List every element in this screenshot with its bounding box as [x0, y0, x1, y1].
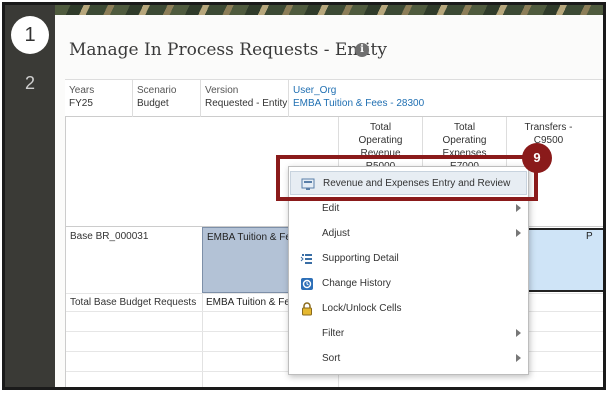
- submenu-arrow-icon: [516, 354, 521, 362]
- submenu-arrow-icon: [516, 329, 521, 337]
- step-2-indicator[interactable]: 2: [5, 73, 55, 94]
- menu-item-filter[interactable]: Filter: [290, 322, 527, 346]
- row-label-total[interactable]: Total Base Budget Requests: [70, 297, 196, 308]
- menu-item-label: Edit: [322, 203, 340, 214]
- callout-highlight-box: [276, 155, 538, 201]
- pov-label: User_Org: [293, 85, 337, 96]
- column-header-line: Total: [369, 122, 392, 133]
- column-header-line: C9500: [533, 135, 564, 146]
- pov-user-org[interactable]: User_Org EMBA Tuition & Fees - 28300: [289, 80, 429, 118]
- pov-label: Version: [205, 85, 239, 96]
- step-rail: 1 2: [5, 5, 55, 387]
- info-icon[interactable]: i: [355, 43, 369, 57]
- column-header-line: Transfers -: [524, 122, 573, 133]
- pov-label: Scenario: [137, 85, 177, 96]
- menu-item-label: Lock/Unlock Cells: [322, 303, 402, 314]
- callout-step-badge: 9: [522, 143, 552, 173]
- pov-scenario[interactable]: Scenario Budget: [133, 80, 201, 118]
- row-label-base[interactable]: Base BR_000031: [70, 231, 148, 242]
- menu-item-label: Supporting Detail: [322, 253, 399, 264]
- selected-cell-text: P: [586, 231, 593, 242]
- lock-icon: [302, 302, 312, 316]
- submenu-arrow-icon: [516, 204, 521, 212]
- pov-years[interactable]: Years FY25: [65, 80, 133, 118]
- menu-item-label: Sort: [322, 353, 341, 364]
- menu-item-change-history[interactable]: Change History: [290, 272, 527, 296]
- supporting-detail-icon: [300, 254, 312, 264]
- pov-value: Requested - Entity: [205, 98, 288, 109]
- column-header-line: Operating: [442, 135, 487, 146]
- menu-item-lock-unlock[interactable]: Lock/Unlock Cells: [290, 297, 527, 321]
- change-history-icon: [301, 278, 313, 290]
- pov-version[interactable]: Version Requested - Entity: [201, 80, 289, 118]
- page-title: Manage In Process Requests - Entity: [69, 40, 387, 60]
- pov-value: Budget: [137, 98, 169, 109]
- menu-item-label: Change History: [322, 278, 391, 289]
- pov-bar: Years FY25 Scenario Budget Version Reque…: [65, 79, 603, 118]
- column-header-line: Total: [453, 122, 476, 133]
- screenshot-frame: 1 2 Manage In Process Requests - Entity …: [2, 2, 606, 390]
- pov-value: FY25: [69, 98, 93, 109]
- header-banner: [55, 5, 603, 15]
- step-1-indicator[interactable]: 1: [11, 16, 49, 54]
- menu-item-label: Adjust: [322, 228, 350, 239]
- menu-item-supporting-detail[interactable]: Supporting Detail: [290, 247, 527, 271]
- menu-item-label: Filter: [322, 328, 345, 339]
- selected-cell[interactable]: [526, 228, 603, 292]
- menu-item-adjust[interactable]: Adjust: [290, 222, 527, 246]
- menu-item-sort[interactable]: Sort: [290, 347, 527, 371]
- pov-value: EMBA Tuition & Fees - 28300: [293, 98, 425, 109]
- column-header-line: Operating: [358, 135, 403, 146]
- pov-label: Years: [69, 85, 95, 96]
- submenu-arrow-icon: [516, 229, 521, 237]
